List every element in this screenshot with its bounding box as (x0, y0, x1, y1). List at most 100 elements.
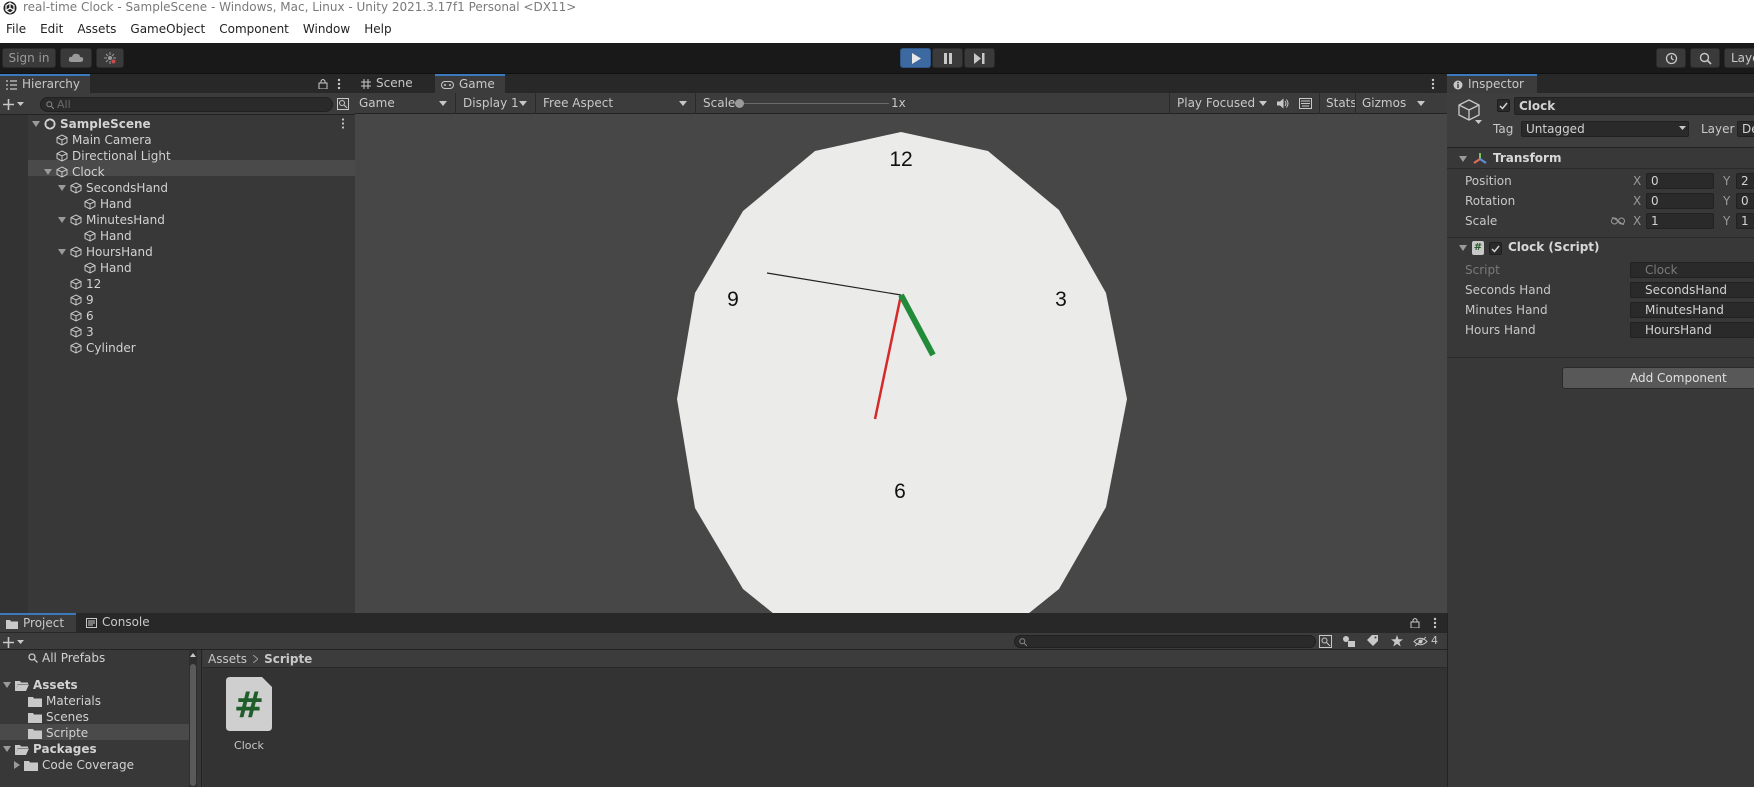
tab-inspector[interactable]: Inspector (1447, 74, 1537, 93)
hierarchy-item-hand[interactable]: Hand (84, 260, 132, 276)
tab-hierarchy[interactable]: Hierarchy (0, 74, 90, 93)
foldout-arrow-icon[interactable] (1459, 156, 1467, 162)
script-enabled-checkbox[interactable] (1489, 242, 1502, 255)
tree-item-all-prefabs[interactable]: All Prefabs (28, 650, 105, 666)
collapse-arrow-icon[interactable] (14, 761, 20, 769)
tree-item-scripte[interactable]: Scripte (28, 725, 88, 741)
lock-icon[interactable] (1410, 617, 1420, 628)
expand-arrow-icon[interactable] (3, 682, 11, 688)
hierarchy-search-input[interactable]: All (40, 97, 333, 112)
star-icon[interactable] (1391, 635, 1403, 647)
scale-slider-track[interactable] (739, 103, 889, 104)
menu-edit[interactable]: Edit (36, 22, 71, 36)
hierarchy-item-main-camera[interactable]: Main Camera (56, 132, 152, 148)
expand-arrow-icon[interactable] (32, 121, 40, 127)
position-y-field[interactable]: 2 (1736, 173, 1754, 189)
expand-arrow-icon[interactable] (58, 217, 66, 223)
object-name-field[interactable]: Clock (1514, 97, 1754, 115)
create-button[interactable] (3, 96, 27, 112)
mute-audio-icon[interactable] (1277, 98, 1289, 109)
scale-x-field[interactable]: 1 (1646, 213, 1714, 229)
hierarchy-item-directional-light[interactable]: Directional Light (56, 148, 171, 164)
menu-assets[interactable]: Assets (73, 22, 124, 36)
label-tag-icon[interactable] (1367, 635, 1379, 647)
expand-arrow-icon[interactable] (58, 249, 66, 255)
menu-help[interactable]: Help (360, 22, 399, 36)
search-by-type-icon[interactable] (1319, 635, 1332, 648)
play-button[interactable] (900, 48, 931, 68)
scale-slider-thumb[interactable] (735, 99, 744, 108)
sign-in-button[interactable]: Sign in (2, 48, 56, 68)
play-focused-dropdown[interactable]: Play Focused (1169, 93, 1271, 114)
tab-scene[interactable]: Scene (355, 74, 435, 93)
menu-gameobject[interactable]: GameObject (126, 22, 213, 36)
hours-hand-field[interactable]: HoursHand (1630, 322, 1754, 338)
filter-by-type-icon[interactable] (1342, 635, 1356, 648)
tree-item-code-coverage[interactable]: Code Coverage (14, 757, 134, 773)
hierarchy-item-cylinder[interactable]: Cylinder (70, 340, 136, 356)
link-scale-icon[interactable] (1611, 217, 1625, 225)
hierarchy-item-6[interactable]: 6 (70, 308, 94, 324)
scroll-up-icon[interactable] (190, 653, 196, 657)
gizmos-dropdown[interactable]: Gizmos (1355, 93, 1429, 114)
view-dropdown[interactable]: Game (359, 93, 451, 114)
hierarchy-item-12[interactable]: 12 (70, 276, 101, 292)
lock-icon[interactable] (318, 78, 328, 89)
tree-item-assets[interactable]: Assets (3, 677, 78, 693)
stats-button[interactable]: Stats (1319, 93, 1357, 114)
hierarchy-item-clock[interactable]: Clock (44, 164, 105, 180)
history-button[interactable] (1656, 48, 1686, 68)
hierarchy-item-minuteshand[interactable]: MinutesHand (58, 212, 165, 228)
tree-scrollbar-thumb[interactable] (190, 664, 196, 786)
cloud-button[interactable] (60, 48, 92, 68)
hierarchy-item-secondshand[interactable]: SecondsHand (58, 180, 168, 196)
menu-window[interactable]: Window (299, 22, 358, 36)
add-component-button[interactable]: Add Component (1562, 367, 1754, 389)
tree-scrollbar[interactable] (189, 650, 197, 787)
seconds-hand-field[interactable]: SecondsHand (1630, 282, 1754, 298)
breadcrumb-scripte[interactable]: Scripte (264, 652, 312, 666)
more-options-icon[interactable] (1431, 78, 1435, 90)
tab-game[interactable]: Game (435, 74, 505, 93)
step-button[interactable] (964, 48, 995, 68)
expand-arrow-icon[interactable] (3, 746, 11, 752)
tab-project[interactable]: Project (0, 613, 76, 632)
tab-console[interactable]: Console (80, 613, 160, 632)
rotation-y-field[interactable]: 0 (1736, 193, 1754, 209)
foldout-arrow-icon[interactable] (1459, 245, 1467, 251)
layers-dropdown[interactable]: Laye (1724, 48, 1754, 68)
display-dropdown[interactable]: Display 1 (455, 93, 531, 114)
layer-dropdown[interactable]: De (1737, 121, 1754, 137)
scene-menu-icon[interactable] (341, 118, 345, 129)
hierarchy-item-9[interactable]: 9 (70, 292, 94, 308)
minutes-hand-field[interactable]: MinutesHand (1630, 302, 1754, 318)
asset-item-clock[interactable]: # Clock (223, 677, 273, 752)
transform-header[interactable]: Transform (1447, 149, 1754, 169)
search-button[interactable] (1690, 48, 1720, 68)
more-options-icon[interactable] (1433, 617, 1437, 629)
search-filter-icon[interactable] (337, 98, 349, 110)
chevron-down-icon[interactable] (1475, 120, 1482, 124)
scale-y-field[interactable]: 1 (1736, 213, 1754, 229)
rotation-x-field[interactable]: 0 (1646, 193, 1714, 209)
expand-arrow-icon[interactable] (44, 169, 52, 175)
menu-file[interactable]: File (2, 22, 34, 36)
hidden-packages-icon[interactable] (1413, 636, 1428, 647)
aspect-dropdown[interactable]: Free Aspect (535, 93, 691, 114)
pause-button[interactable] (932, 48, 963, 68)
game-viewport[interactable]: 12 3 6 9 (355, 115, 1447, 613)
hierarchy-item-hand[interactable]: Hand (84, 196, 132, 212)
hierarchy-item-hand[interactable]: Hand (84, 228, 132, 244)
position-x-field[interactable]: 0 (1646, 173, 1714, 189)
hierarchy-item-hourshand[interactable]: HoursHand (58, 244, 153, 260)
more-options-icon[interactable] (337, 78, 341, 90)
clock-script-header[interactable]: # Clock (Script) (1447, 238, 1754, 258)
tree-item-scenes[interactable]: Scenes (28, 709, 89, 725)
project-search-input[interactable] (1014, 635, 1316, 648)
hierarchy-item-3[interactable]: 3 (70, 324, 94, 340)
create-button[interactable] (3, 636, 27, 648)
collab-button[interactable] (96, 48, 124, 68)
active-checkbox[interactable] (1497, 99, 1510, 112)
breadcrumb-assets[interactable]: Assets (208, 652, 247, 666)
hierarchy-item-samplescene[interactable]: SampleScene (32, 116, 151, 132)
